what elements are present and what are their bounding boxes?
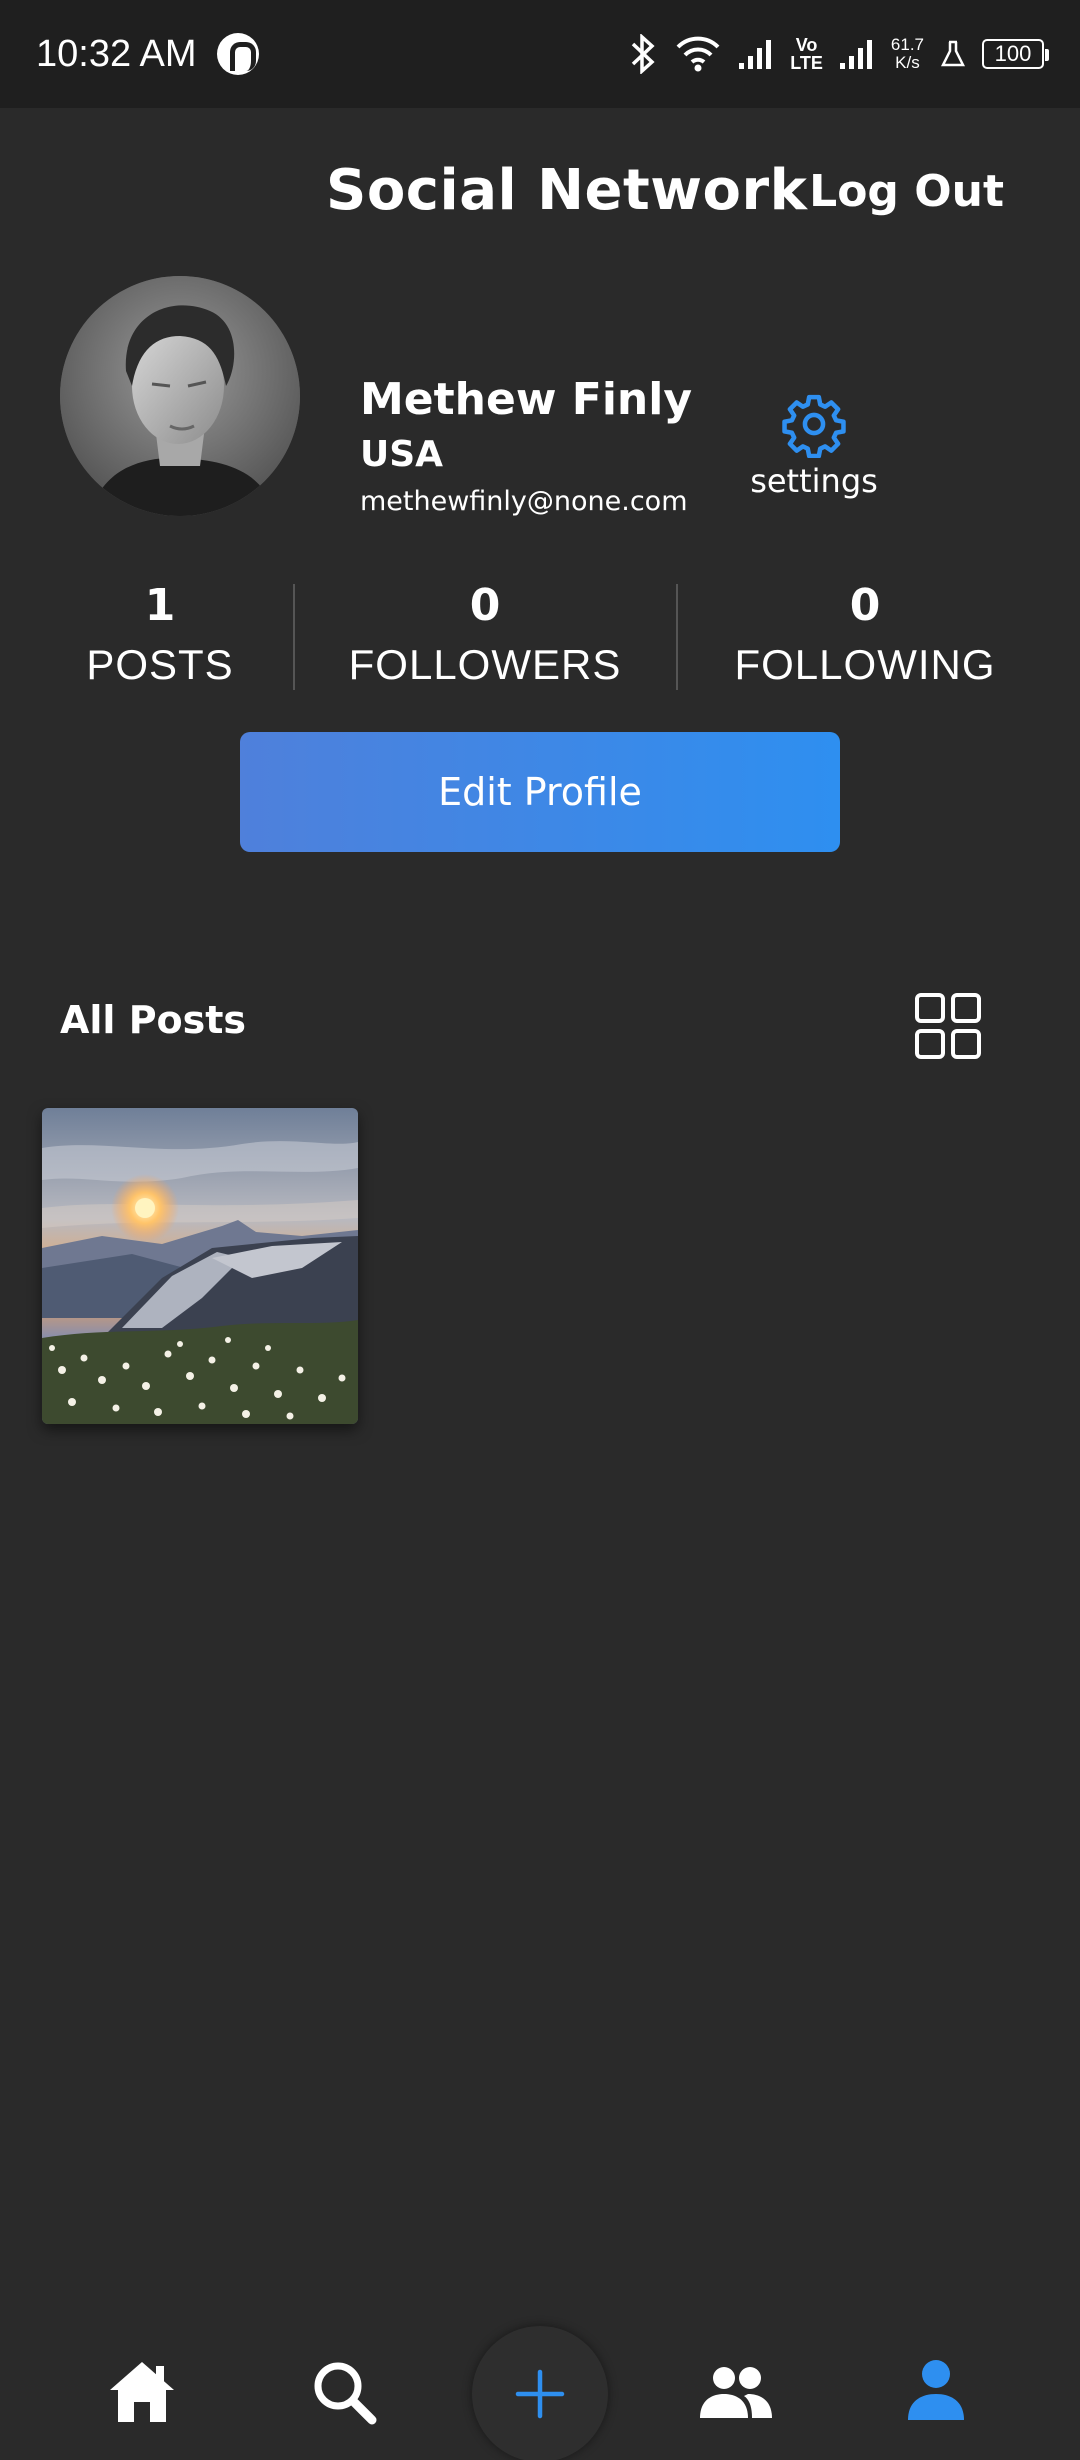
net-speed-unit: K/s bbox=[895, 53, 920, 72]
app-notification-icon bbox=[216, 33, 259, 75]
following-count: 0 bbox=[849, 580, 881, 631]
nav-friends[interactable] bbox=[698, 2364, 774, 2424]
user-country: USA bbox=[360, 434, 444, 475]
stat-following[interactable]: 0 FOLLOWING bbox=[720, 580, 1010, 689]
person-icon bbox=[908, 2360, 964, 2420]
avatar-photo bbox=[60, 276, 300, 516]
status-icons: Vo LTE 61.7 K/s 100 bbox=[628, 0, 1049, 108]
gear-icon bbox=[782, 394, 846, 458]
stat-followers[interactable]: 0 FOLLOWERS bbox=[340, 580, 630, 689]
stat-posts[interactable]: 1 POSTS bbox=[60, 580, 260, 689]
signal-icon-1 bbox=[738, 37, 774, 71]
post-image bbox=[42, 1108, 358, 1424]
battery-indicator: 100 bbox=[982, 39, 1049, 69]
people-icon bbox=[700, 2367, 772, 2418]
logout-button[interactable]: Log Out bbox=[809, 166, 1004, 217]
user-name: Methew Finly bbox=[360, 374, 693, 425]
stat-divider bbox=[676, 584, 678, 690]
network-speed: 61.7 K/s bbox=[891, 36, 924, 72]
post-thumbnail[interactable] bbox=[42, 1108, 358, 1424]
avatar[interactable] bbox=[60, 276, 300, 516]
page-title: Social Network bbox=[326, 158, 808, 223]
wifi-icon bbox=[674, 35, 722, 73]
flask-icon bbox=[940, 39, 966, 69]
status-bar: 10:32 AM Vo LTE 61.7 K/s 100 bbox=[0, 0, 1080, 108]
search-icon bbox=[314, 2362, 377, 2425]
following-label: FOLLOWING bbox=[734, 641, 996, 688]
nav-search[interactable] bbox=[310, 2358, 378, 2430]
followers-label: FOLLOWERS bbox=[348, 641, 622, 688]
user-email: methewfinly@none.com bbox=[360, 486, 688, 517]
profile-screen: 10:32 AM Vo LTE 61.7 K/s 100 Social Netw… bbox=[0, 0, 1080, 2460]
volte-top: Vo bbox=[795, 35, 818, 55]
plus-icon bbox=[515, 2369, 565, 2419]
status-time: 10:32 AM bbox=[36, 32, 197, 75]
nav-add-post[interactable] bbox=[472, 2326, 608, 2460]
grid-view-icon[interactable] bbox=[914, 992, 982, 1064]
followers-count: 0 bbox=[469, 580, 501, 631]
posts-section-title: All Posts bbox=[60, 998, 247, 1042]
home-icon bbox=[110, 2362, 174, 2422]
volte-bottom: LTE bbox=[790, 53, 823, 73]
nav-profile[interactable] bbox=[906, 2358, 966, 2426]
settings-button[interactable]: settings bbox=[744, 390, 884, 500]
nav-home[interactable] bbox=[106, 2358, 178, 2430]
volte-indicator: Vo LTE bbox=[790, 36, 823, 72]
posts-count: 1 bbox=[144, 580, 176, 631]
net-speed-value: 61.7 bbox=[890, 35, 924, 54]
signal-icon-2 bbox=[839, 37, 875, 71]
profile-stats: 1 POSTS 0 FOLLOWERS 0 FOLLOWING bbox=[0, 580, 1080, 690]
posts-label: POSTS bbox=[86, 641, 234, 688]
bluetooth-icon bbox=[628, 34, 658, 74]
bottom-navigation bbox=[0, 2320, 1080, 2460]
edit-profile-button[interactable]: Edit Profile bbox=[240, 732, 840, 852]
stat-divider bbox=[293, 584, 295, 690]
settings-label: settings bbox=[750, 462, 878, 500]
